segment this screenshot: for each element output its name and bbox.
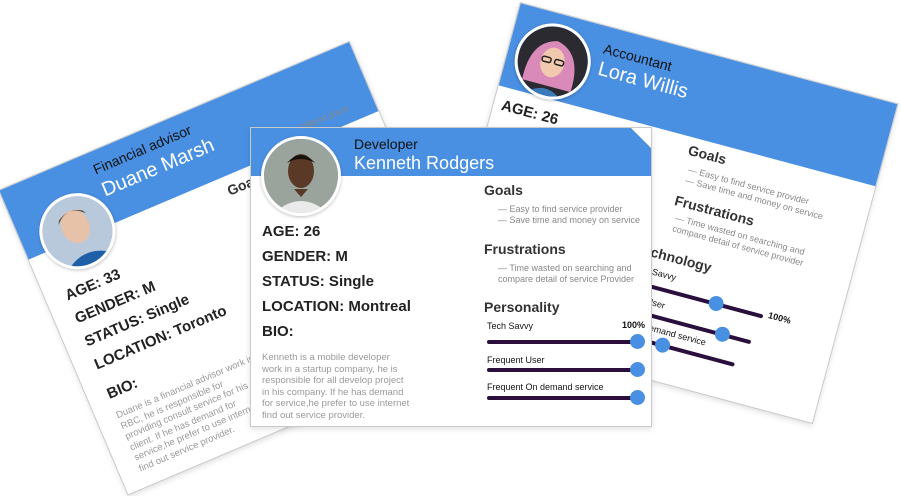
frustrations-heading: Frustrations <box>484 241 566 257</box>
slider-knob[interactable] <box>630 390 645 405</box>
goals-heading: Goals <box>686 141 729 168</box>
age-field: AGE: 26 <box>262 223 321 240</box>
location-field: LOCATION: Montreal <box>262 298 411 315</box>
status-field: STATUS: Single <box>262 273 374 290</box>
persona-role: Developer <box>354 136 418 152</box>
slider-tech-savvy[interactable] <box>487 334 645 349</box>
slider-percent: 100% <box>622 320 646 330</box>
bio-heading: BIO: <box>262 323 294 340</box>
slider-label: Tech Savvy <box>487 321 534 331</box>
slider-knob[interactable] <box>713 325 732 344</box>
slider-knob[interactable] <box>630 362 645 377</box>
slider-knob[interactable] <box>653 335 672 355</box>
frustration-item: — Time wasted on searching and compare d… <box>498 263 635 284</box>
gender-field: GENDER: M <box>262 248 348 265</box>
slider-knob[interactable] <box>630 334 645 349</box>
personality-heading: Personality <box>484 299 560 315</box>
age-field: AGE: 26 <box>499 97 561 129</box>
bio-heading: BIO: <box>104 374 141 403</box>
goal-item: — Easy to find service provider <box>498 204 623 214</box>
slider-knob[interactable] <box>706 294 726 313</box>
slider-label: Frequent On demand service <box>487 382 604 392</box>
slider-label: Frequent User <box>487 355 545 365</box>
avatar <box>261 136 341 216</box>
bio-text: Kenneth is a mobile developer work in a … <box>262 352 410 421</box>
goal-item: — Save time and money on service <box>498 215 641 225</box>
persona-card-kenneth: Developer Kenneth Rodgers AGE: 26 GENDER… <box>250 127 652 427</box>
slider-frequent-user[interactable] <box>487 362 645 377</box>
goals-heading: Goals <box>484 182 523 198</box>
slider-percent: 100% <box>767 310 793 326</box>
slider-on-demand[interactable] <box>487 390 645 405</box>
persona-name: Kenneth Rodgers <box>354 153 495 173</box>
